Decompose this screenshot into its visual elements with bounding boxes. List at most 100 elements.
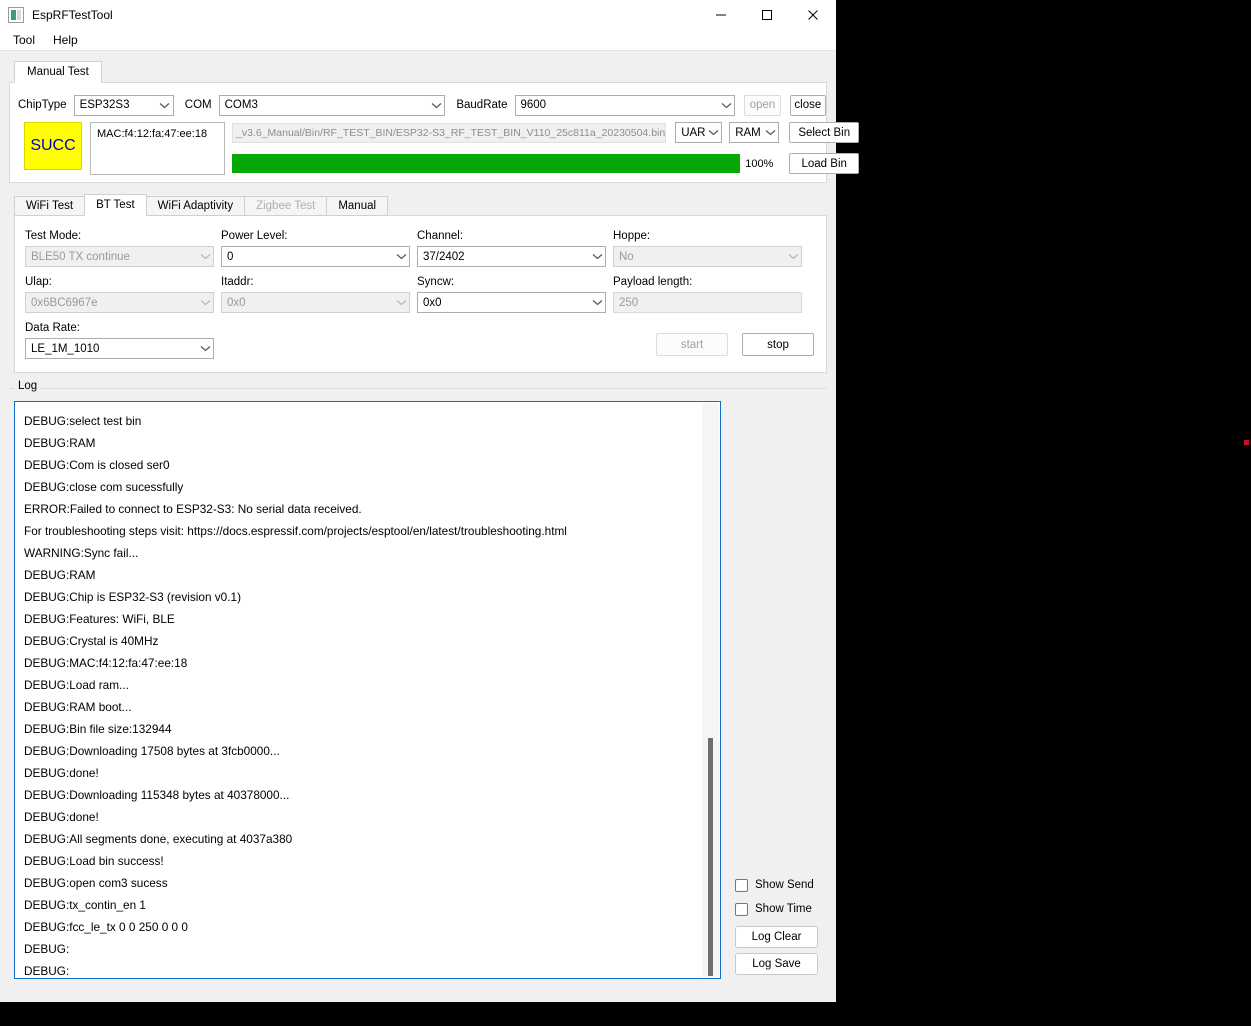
flash-progress-label: 100%	[745, 157, 774, 170]
log-line: DEBUG:Crystal is 40MHz	[24, 634, 159, 648]
ulap-select: 0x6BC6967e	[25, 292, 214, 313]
close-port-button[interactable]: close	[789, 94, 826, 116]
interface-value: UART	[681, 126, 706, 139]
log-scrollbar-thumb[interactable]	[708, 738, 713, 976]
log-line: DEBUG:Chip is ESP32-S3 (revision v0.1)	[24, 590, 242, 604]
log-line: DEBUG:tx_contin_en 1	[24, 898, 146, 912]
baudrate-value: 9600	[520, 99, 547, 111]
app-logo-icon	[8, 6, 24, 23]
connection-row: ChipType ESP32S3 COM COM3 BaudRate 9600	[10, 90, 826, 120]
log-side-panel: Show Send Show Time Log Clear Log Save	[721, 401, 823, 979]
log-scrollbar[interactable]	[702, 403, 719, 977]
close-button[interactable]	[790, 0, 836, 29]
log-line: DEBUG:done!	[24, 810, 99, 824]
bin-path-field[interactable]: _v3.6_Manual/Bin/RF_TEST_BIN/ESP32-S3_RF…	[232, 122, 667, 143]
log-save-button[interactable]: Log Save	[735, 953, 818, 975]
show-time-checkbox[interactable]	[735, 902, 748, 916]
bt-test-settings-panel: Test Mode: BLE50 TX continue Power Level…	[14, 215, 827, 373]
com-select[interactable]: COM3	[218, 94, 446, 116]
menu-item-help[interactable]: Help	[44, 31, 87, 49]
field-test-mode: Test Mode: BLE50 TX continue	[25, 226, 221, 272]
chevron-down-icon	[785, 253, 801, 260]
stop-button[interactable]: stop	[742, 333, 814, 356]
com-label: COM	[184, 99, 212, 111]
log-group-label: Log	[14, 380, 42, 392]
log-line: DEBUG:Com is closed ser0	[24, 458, 170, 472]
menu-bar: Tool Help	[0, 29, 836, 51]
show-send-label: Show Send	[755, 879, 814, 891]
field-itaddr: Itaddr: 0x0	[221, 272, 417, 318]
chevron-down-icon	[589, 299, 605, 306]
ulap-label: Ulap:	[25, 276, 52, 288]
chiptype-select[interactable]: ESP32S3	[73, 94, 174, 116]
status-row: SUCC MAC:f4:12:fa:47:ee:18 _v3.6_Manual/…	[10, 122, 860, 182]
show-time-checkbox-row[interactable]: Show Time	[735, 897, 823, 921]
tab-bt-test[interactable]: BT Test	[84, 194, 147, 216]
log-output[interactable]: DEBUG:select test bin DEBUG:RAM DEBUG:Com …	[14, 401, 721, 979]
select-bin-button[interactable]: Select Bin	[789, 122, 860, 143]
show-send-checkbox-row[interactable]: Show Send	[735, 873, 823, 897]
tab-wifi-adaptivity[interactable]: WiFi Adaptivity	[145, 196, 246, 216]
power-level-value: 0	[227, 250, 234, 263]
channel-select[interactable]: 37/2402	[417, 246, 606, 267]
chevron-down-icon	[762, 129, 778, 136]
tab-manual[interactable]: Manual	[326, 196, 389, 216]
connection-panel: ChipType ESP32S3 COM COM3 BaudRate 9600	[9, 82, 860, 183]
interface-select[interactable]: UART	[675, 122, 723, 143]
field-channel: Channel: 37/2402	[417, 226, 613, 272]
application-window: EspRFTestTool Tool Help Manual Test Chip…	[0, 0, 860, 1002]
log-line: DEBUG:RAM boot...	[24, 700, 132, 714]
outer-tab-strip: Manual Test	[14, 60, 836, 83]
log-line: DEBUG:	[24, 964, 70, 978]
baudrate-label: BaudRate	[456, 99, 508, 111]
data-rate-label: Data Rate:	[25, 322, 80, 334]
syncw-value: 0x0	[423, 296, 442, 309]
hoppe-value: No	[619, 250, 634, 263]
test-mode-value: BLE50 TX continue	[31, 250, 130, 263]
com-value: COM3	[224, 99, 258, 111]
show-send-checkbox[interactable]	[735, 878, 748, 892]
chiptype-value: ESP32S3	[79, 99, 130, 111]
chiptype-label: ChipType	[18, 99, 67, 111]
bin-select-row: _v3.6_Manual/Bin/RF_TEST_BIN/ESP32-S3_RF…	[232, 122, 860, 143]
log-line: DEBUG:MAC:f4:12:fa:47:ee:18	[24, 656, 188, 670]
maximize-button[interactable]	[744, 0, 790, 29]
tab-wifi-test[interactable]: WiFi Test	[14, 196, 86, 216]
bin-load-row: 100% Load Bin	[232, 153, 860, 174]
show-time-label: Show Time	[755, 903, 812, 915]
log-group: Log DEBUG:select test bin DEBUG:RAM DEBUG:…	[9, 380, 827, 1002]
start-button[interactable]: start	[656, 333, 728, 356]
log-line: ERROR:Failed to connect to ESP32-S3: No …	[24, 502, 362, 516]
log-line: WARNING:Sync fail...	[24, 546, 139, 560]
target-select[interactable]: RAM	[729, 122, 780, 143]
data-rate-select[interactable]: LE_1M_1010	[25, 338, 214, 359]
field-syncw: Syncw: 0x0	[417, 272, 613, 318]
mac-address-box: MAC:f4:12:fa:47:ee:18	[90, 122, 225, 175]
chevron-down-icon	[718, 102, 734, 109]
test-mode-select: BLE50 TX continue	[25, 246, 214, 267]
log-line: DEBUG:select test bin	[24, 414, 142, 428]
open-port-button[interactable]: open	[744, 94, 781, 116]
chevron-down-icon	[197, 299, 213, 306]
flash-progress-fill	[232, 154, 741, 173]
hoppe-label: Hoppe:	[613, 230, 651, 242]
minimize-button[interactable]	[698, 0, 744, 29]
chevron-down-icon	[393, 253, 409, 260]
target-value: RAM	[735, 126, 761, 139]
baudrate-select[interactable]: 9600	[514, 94, 736, 116]
menu-item-tool[interactable]: Tool	[4, 31, 44, 49]
log-line: DEBUG:Downloading 17508 bytes at 3fcb000…	[24, 744, 280, 758]
log-line: For troubleshooting steps visit: https:/…	[24, 524, 567, 538]
log-line: DEBUG:fcc_le_tx 0 0 250 0 0 0	[24, 920, 188, 934]
test-mode-label: Test Mode:	[25, 230, 82, 242]
chevron-down-icon	[393, 299, 409, 306]
log-body: DEBUG:select test bin DEBUG:RAM DEBUG:Com …	[14, 401, 823, 979]
test-action-row: start stop	[656, 333, 814, 356]
tab-manual-test[interactable]: Manual Test	[14, 61, 102, 83]
ulap-value: 0x6BC6967e	[31, 296, 98, 309]
log-clear-button[interactable]: Log Clear	[735, 926, 818, 948]
syncw-select[interactable]: 0x0	[417, 292, 606, 313]
load-bin-button[interactable]: Load Bin	[789, 153, 860, 174]
field-data-rate: Data Rate: LE_1M_1010	[25, 318, 221, 364]
power-level-select[interactable]: 0	[221, 246, 410, 267]
